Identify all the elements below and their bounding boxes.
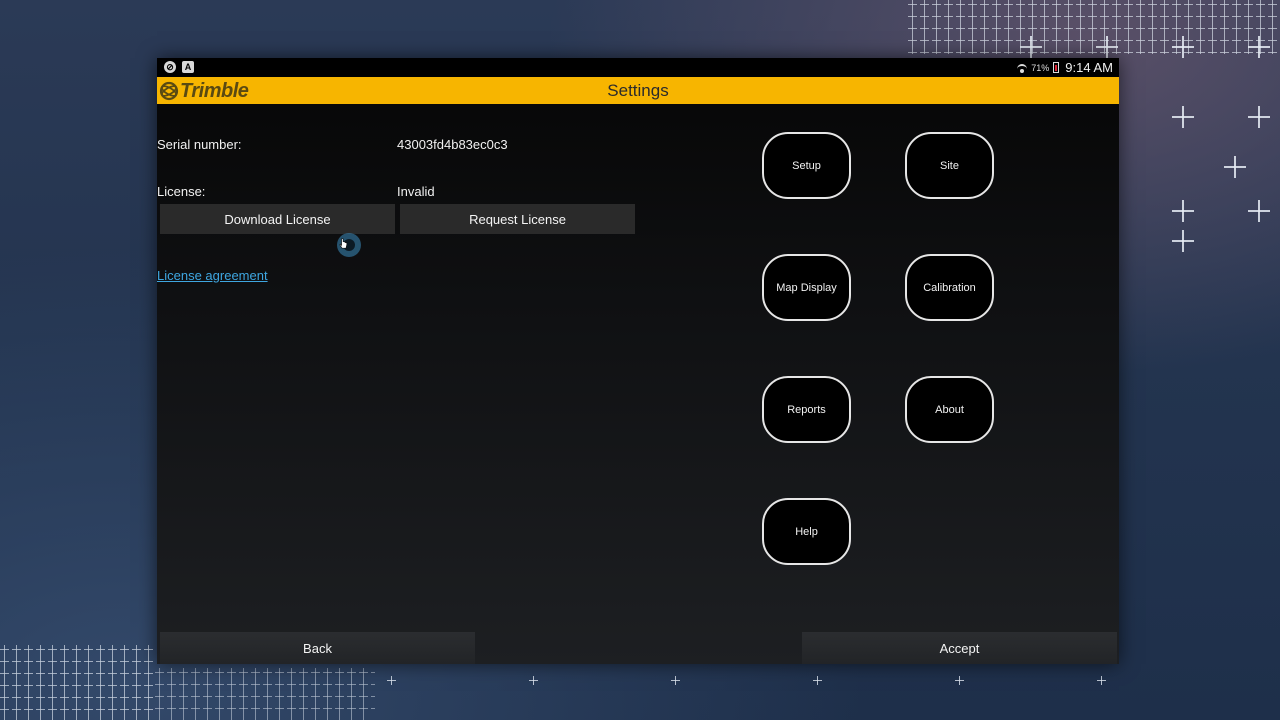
decorative-plus-icon xyxy=(813,676,822,685)
back-button[interactable]: Back xyxy=(160,632,475,664)
accept-button[interactable]: Accept xyxy=(802,632,1117,664)
license-status-value: Invalid xyxy=(397,184,435,199)
serial-number-value: 43003fd4b83ec0c3 xyxy=(397,137,508,152)
decorative-plus-icon xyxy=(1248,200,1270,222)
serial-number-label: Serial number: xyxy=(157,137,242,152)
decorative-plus-icon xyxy=(1172,106,1194,128)
map-display-button[interactable]: Map Display xyxy=(762,254,851,321)
decorative-plus-icon xyxy=(955,676,964,685)
title-bar: Trimble Settings xyxy=(157,77,1119,104)
decorative-plus-grid-bottom-left-2 xyxy=(155,668,375,720)
decorative-plus-grid-bottom-left xyxy=(0,645,155,720)
decorative-plus-icon xyxy=(1224,156,1246,178)
status-bar: ⊘ A 71% 9:14 AM xyxy=(157,58,1119,77)
decorative-plus-icon xyxy=(1020,36,1042,58)
download-license-button[interactable]: Download License xyxy=(160,204,395,234)
setup-button[interactable]: Setup xyxy=(762,132,851,199)
site-button[interactable]: Site xyxy=(905,132,994,199)
decorative-plus-icon xyxy=(671,676,680,685)
status-right: 71% 9:14 AM xyxy=(1017,60,1113,75)
decorative-plus-icon xyxy=(387,676,396,685)
decorative-plus-icon xyxy=(1172,200,1194,222)
decorative-plus-icon xyxy=(1097,676,1106,685)
about-button[interactable]: About xyxy=(905,376,994,443)
request-license-button[interactable]: Request License xyxy=(400,204,635,234)
decorative-plus-icon xyxy=(1172,36,1194,58)
wifi-icon xyxy=(1017,63,1028,73)
clock: 9:14 AM xyxy=(1065,60,1113,75)
decorative-plus-grid-top-right xyxy=(908,0,1280,54)
decorative-plus-icon xyxy=(1096,36,1118,58)
font-notification-icon: A xyxy=(182,61,194,73)
page-title: Settings xyxy=(607,81,669,100)
device-screen: ⊘ A 71% 9:14 AM Trimble Settings Serial … xyxy=(157,58,1119,664)
decorative-plus-icon xyxy=(1248,106,1270,128)
reports-button[interactable]: Reports xyxy=(762,376,851,443)
hand-pointer-icon xyxy=(339,238,348,249)
battery-percent: 71% xyxy=(1031,62,1050,73)
license-agreement-link[interactable]: License agreement xyxy=(157,268,268,283)
touch-cursor-indicator xyxy=(337,233,361,257)
decorative-plus-icon xyxy=(529,676,538,685)
help-button[interactable]: Help xyxy=(762,498,851,565)
decorative-plus-icon xyxy=(1172,230,1194,252)
calibration-button[interactable]: Calibration xyxy=(905,254,994,321)
battery-icon xyxy=(1053,62,1060,73)
decorative-plus-icon xyxy=(1248,36,1270,58)
license-label: License: xyxy=(157,184,206,199)
blocked-notification-icon: ⊘ xyxy=(164,61,176,73)
